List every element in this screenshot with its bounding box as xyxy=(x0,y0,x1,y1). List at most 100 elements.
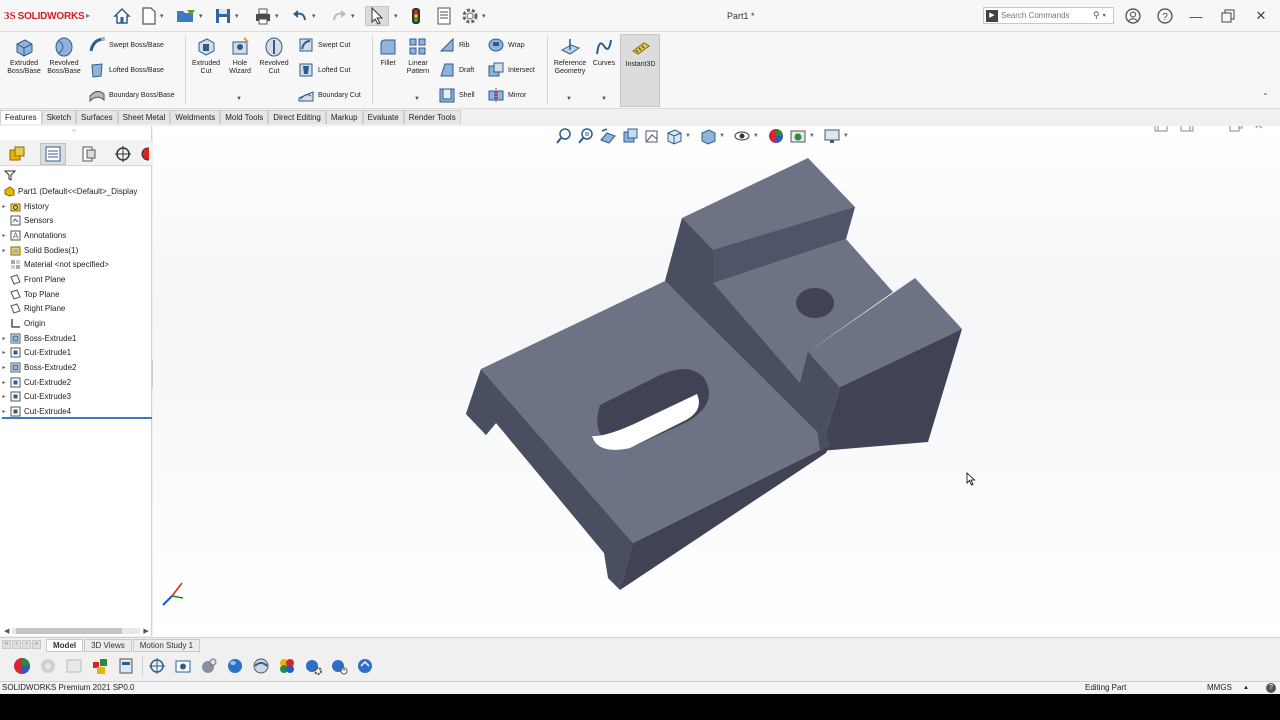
tree-item-top-plane[interactable]: Top Plane xyxy=(0,287,152,302)
tree-root-part[interactable]: Part1 (Default<<Default>_Display xyxy=(0,184,152,199)
linear-pattern-button[interactable]: Linear Pattern xyxy=(404,36,432,76)
expand-icon[interactable]: ▸ xyxy=(0,349,8,356)
solidworks-logo[interactable]: 3S SOLIDWORKS xyxy=(4,9,85,23)
scroll-left-icon[interactable]: ◀ xyxy=(4,627,9,635)
help-button[interactable]: ? xyxy=(1156,7,1174,25)
redo-button[interactable]: ▾ xyxy=(329,6,355,26)
curves-button[interactable]: Curves xyxy=(590,36,618,68)
extruded-cut-button[interactable]: Extruded Cut xyxy=(188,36,224,76)
mirror-button[interactable]: Mirror xyxy=(487,85,526,105)
chevron-down-icon[interactable]: ▼ xyxy=(566,96,572,102)
tab-sheet-metal[interactable]: Sheet Metal xyxy=(117,110,171,124)
swept-cut-button[interactable]: Swept Cut xyxy=(297,35,350,55)
expand-icon[interactable]: ▸ xyxy=(0,232,8,239)
extruded-boss-button[interactable]: Extruded Boss/Base xyxy=(5,36,43,76)
search-commands-box[interactable]: ▶ ⚲ ▾ xyxy=(983,7,1114,24)
tree-item-material[interactable]: Material <not specified> xyxy=(0,257,152,272)
tree-item-sensors[interactable]: Sensors xyxy=(0,213,152,228)
tree-item-cut-extrude2[interactable]: ▸ Cut-Extrude2 xyxy=(0,375,152,390)
tab-evaluate[interactable]: Evaluate xyxy=(362,110,404,124)
expand-icon[interactable]: ▸ xyxy=(0,379,8,386)
chevron-down-icon[interactable]: ▾ xyxy=(275,12,279,20)
chevron-down-icon[interactable]: ▾ xyxy=(1103,12,1106,19)
select-button[interactable] xyxy=(365,6,389,26)
tab-3d-views[interactable]: 3D Views xyxy=(84,639,132,652)
chevron-down-icon[interactable]: ▾ xyxy=(312,12,316,20)
minimize-window-button[interactable]: — xyxy=(1187,7,1205,25)
revolved-cut-button[interactable]: Revolved Cut xyxy=(256,36,292,76)
chevron-down-icon[interactable]: ▾ xyxy=(392,6,398,26)
display-manager-tab[interactable] xyxy=(138,143,150,165)
wrap-button[interactable]: Wrap xyxy=(487,35,525,55)
scroll-track[interactable] xyxy=(12,628,141,634)
rib-button[interactable]: Rib xyxy=(438,35,470,55)
options-button[interactable]: ▾ xyxy=(460,6,486,26)
tree-item-boss-extrude2[interactable]: ▸ Boss-Extrude2 xyxy=(0,360,152,375)
tree-item-origin[interactable]: Origin xyxy=(0,316,152,331)
tree-item-cut-extrude1[interactable]: ▸ Cut-Extrude1 xyxy=(0,346,152,361)
render-button[interactable] xyxy=(249,654,273,678)
next-tab-icon[interactable]: › xyxy=(22,640,31,649)
chevron-down-icon[interactable]: ▾ xyxy=(199,12,203,20)
tab-model[interactable]: Model xyxy=(46,639,84,652)
featuremanager-tab[interactable] xyxy=(4,143,30,165)
part-model-3d[interactable] xyxy=(153,126,1280,638)
hole-wizard-button[interactable]: Hole Wizard xyxy=(224,36,256,76)
tab-direct-editing[interactable]: Direct Editing xyxy=(268,110,326,124)
preview-window-button[interactable] xyxy=(223,654,247,678)
tab-motion-study-1[interactable]: Motion Study 1 xyxy=(132,639,201,652)
fillet-button[interactable]: Fillet xyxy=(376,36,400,68)
tab-mold-tools[interactable]: Mold Tools xyxy=(220,110,269,124)
chevron-down-icon[interactable]: ▾ xyxy=(160,12,164,20)
render-options-button[interactable] xyxy=(301,654,325,678)
instant3d-button[interactable]: Instant3D xyxy=(620,34,660,107)
tab-features[interactable]: Features xyxy=(0,110,42,124)
tree-item-history[interactable]: ▸ History xyxy=(0,199,152,214)
shell-button[interactable]: Shell xyxy=(438,85,475,105)
draft-button[interactable]: Draft xyxy=(438,60,474,80)
revolved-boss-button[interactable]: Revolved Boss/Base xyxy=(45,36,83,76)
decals-button[interactable] xyxy=(36,654,60,678)
scroll-thumb[interactable] xyxy=(16,628,123,634)
tab-surfaces[interactable]: Surfaces xyxy=(76,110,118,124)
print-button[interactable]: ▾ xyxy=(253,6,279,26)
search-input[interactable] xyxy=(1001,11,1093,20)
open-button[interactable]: ▾ xyxy=(175,6,203,26)
boundary-boss-button[interactable]: Boundary Boss/Base xyxy=(88,85,174,105)
expand-icon[interactable]: ▸ xyxy=(0,408,8,415)
expand-icon[interactable]: ▸ xyxy=(0,203,8,210)
appearance-button[interactable] xyxy=(10,654,34,678)
chevron-down-icon[interactable]: ▾ xyxy=(351,12,355,20)
batch-render-button[interactable] xyxy=(275,654,299,678)
recall-last-render-button[interactable] xyxy=(353,654,377,678)
previous-tab-icon[interactable]: ‹ xyxy=(12,640,21,649)
scroll-right-icon[interactable]: ▶ xyxy=(143,627,148,635)
dimxpertmanager-tab[interactable] xyxy=(110,143,136,165)
lofted-boss-button[interactable]: Lofted Boss/Base xyxy=(88,60,164,80)
material-library-button[interactable] xyxy=(114,654,138,678)
close-window-button[interactable]: ✕ xyxy=(1252,7,1270,25)
unit-system-selector[interactable]: MMGS xyxy=(1207,682,1232,694)
rollback-bar[interactable] xyxy=(2,417,152,419)
tree-item-annotations[interactable]: ▸ A Annotations xyxy=(0,228,152,243)
rebuild-button[interactable] xyxy=(409,6,423,26)
camera-button[interactable] xyxy=(171,654,195,678)
chevron-down-icon[interactable]: ▼ xyxy=(601,96,607,102)
chevron-down-icon[interactable]: ▾ xyxy=(482,12,486,20)
expand-icon[interactable]: ▸ xyxy=(0,364,8,371)
schedule-render-button[interactable] xyxy=(327,654,351,678)
render-region-button[interactable] xyxy=(62,654,86,678)
chevron-down-icon[interactable]: ▲ xyxy=(1243,682,1249,694)
focus-point-button[interactable] xyxy=(145,654,169,678)
intersect-button[interactable]: Intersect xyxy=(487,60,535,80)
tab-weldments[interactable]: Weldments xyxy=(170,110,221,124)
graphics-area[interactable]: ▼ ▼ ▼ ▼ ▼ — ✕ xyxy=(153,126,1280,638)
scene-library-button[interactable] xyxy=(88,654,112,678)
tab-render-tools[interactable]: Render Tools xyxy=(403,110,461,124)
help-icon[interactable]: ? xyxy=(1266,683,1276,693)
lofted-cut-button[interactable]: Lofted Cut xyxy=(297,60,350,80)
chevron-down-icon[interactable]: ▼ xyxy=(414,96,420,102)
menu-expand-icon[interactable]: ▸ xyxy=(86,11,90,20)
search-icon[interactable]: ⚲ xyxy=(1093,10,1100,21)
tree-item-cut-extrude3[interactable]: ▸ Cut-Extrude3 xyxy=(0,390,152,405)
